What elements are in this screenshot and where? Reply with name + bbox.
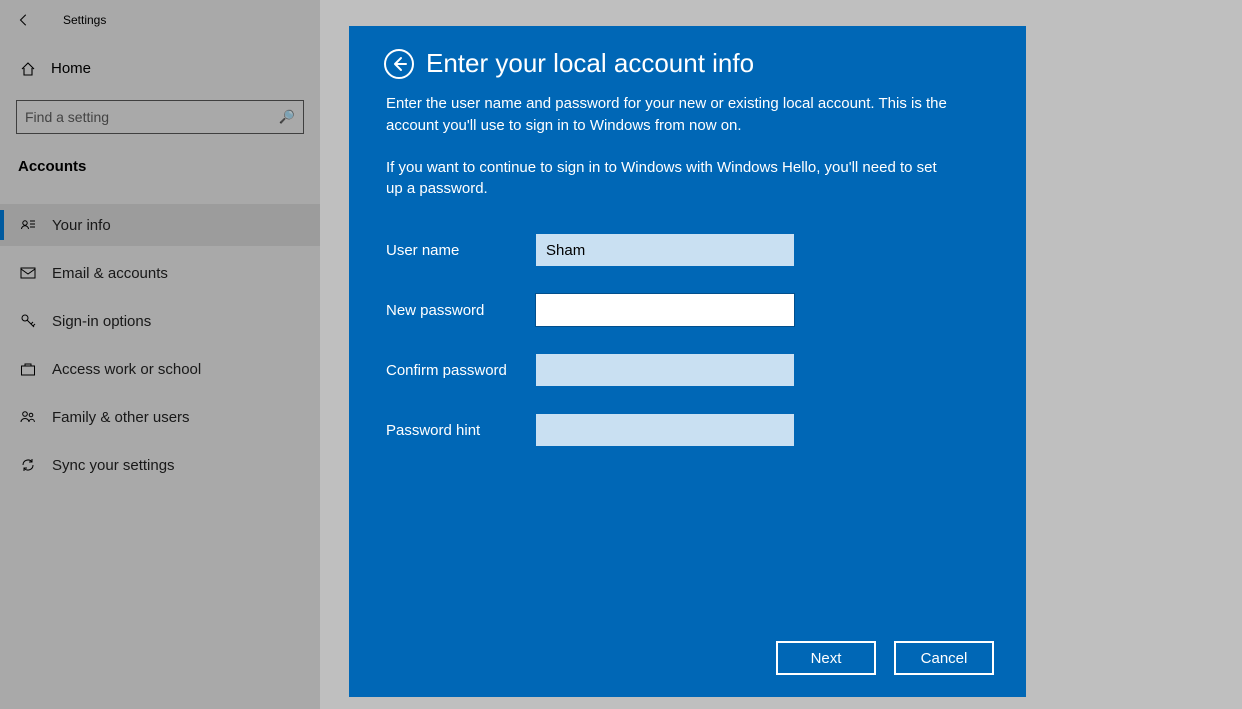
modal-description-1: Enter the user name and password for you… — [386, 93, 956, 137]
new-password-field[interactable] — [536, 294, 794, 326]
modal-description-2: If you want to continue to sign in to Wi… — [386, 157, 956, 201]
cancel-button-label: Cancel — [921, 650, 968, 667]
cancel-button[interactable]: Cancel — [894, 641, 994, 675]
password-hint-label: Password hint — [386, 422, 536, 439]
next-button-label: Next — [811, 650, 842, 667]
confirm-password-label: Confirm password — [386, 362, 536, 379]
local-account-modal: Enter your local account info Enter the … — [349, 26, 1026, 697]
username-label: User name — [386, 242, 536, 259]
confirm-password-field[interactable] — [536, 354, 794, 386]
modal-back-button[interactable] — [384, 49, 414, 79]
new-password-label: New password — [386, 302, 536, 319]
modal-title: Enter your local account info — [426, 48, 754, 79]
username-field[interactable] — [536, 234, 794, 266]
next-button[interactable]: Next — [776, 641, 876, 675]
password-hint-field[interactable] — [536, 414, 794, 446]
